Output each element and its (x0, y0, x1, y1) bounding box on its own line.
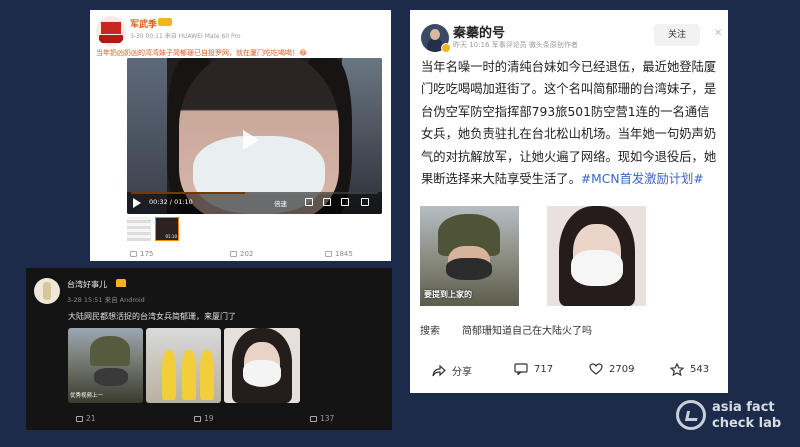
play-icon[interactable] (243, 130, 259, 150)
share-button[interactable]: 21 (76, 414, 96, 423)
heart-icon (589, 363, 603, 375)
like-icon (325, 251, 332, 257)
avatar[interactable] (34, 278, 60, 304)
post-image-2[interactable] (146, 328, 221, 403)
post-meta: 3-30 00:11 来自 HUAWEI Mate 60 Pro (130, 33, 241, 40)
share-icon (432, 364, 446, 376)
hashtag-link[interactable]: #MCN首发激励计划# (581, 172, 704, 186)
share-button[interactable]: 175 (130, 250, 153, 258)
avatar[interactable] (96, 16, 126, 46)
comment-icon (514, 363, 528, 375)
post-image-2[interactable] (547, 206, 646, 306)
video-controls: 00:32 / 01:10 倍速 (127, 192, 382, 214)
like-button[interactable]: 137 (310, 414, 334, 423)
fullscreen-icon[interactable] (361, 198, 369, 206)
follow-button[interactable]: 关注 (654, 24, 700, 46)
comment-icon (194, 416, 201, 422)
share-icon (130, 251, 137, 257)
settings-icon[interactable] (341, 198, 349, 206)
verified-badge-icon (441, 43, 451, 53)
asia-fact-check-lab-logo: asia fact check lab (676, 398, 796, 434)
video-thumbnail[interactable]: 01:10 (155, 217, 179, 241)
weibo-post-card-1: 军武季 3-30 00:11 来自 HUAWEI Mate 60 Pro 当年奶… (90, 10, 391, 261)
search-suggestion-link[interactable]: 简郁珊知道自己在大陆火了吗 (462, 322, 592, 337)
comment-button[interactable]: 19 (194, 414, 214, 423)
comment-button[interactable]: 202 (230, 250, 253, 258)
magnifier-logo-icon (676, 400, 706, 430)
post-text: 当年奶凶奶凶的湾湾妹子简郁珊已自投罗网，就在厦门吃吃喝喝！😂 (96, 49, 308, 57)
thumbnail[interactable] (127, 217, 151, 241)
post-image-1[interactable]: 优秀视频上一 (68, 328, 143, 403)
speed-button[interactable]: 倍速 (274, 198, 287, 208)
weibo-post-card-2: 台湾好事儿 3-28 15:51 来自 Android 大陆网民都想活捉的台湾女… (26, 268, 392, 430)
star-icon (670, 363, 684, 376)
comment-icon (230, 251, 237, 257)
video-time: 00:32 / 01:10 (149, 198, 193, 206)
post-meta: 3-28 15:51 来自 Android (67, 296, 145, 304)
vip-badge-icon (158, 18, 172, 26)
close-icon[interactable]: ✕ (714, 28, 722, 39)
share-button[interactable]: 分享 (432, 363, 472, 378)
pip-icon[interactable] (323, 198, 331, 206)
post-image-1[interactable]: 要提到上家的 (420, 206, 519, 306)
post-meta: 昨天 10:16 军事评论员 微头条原创作者 (453, 41, 578, 49)
volume-icon[interactable] (305, 198, 313, 206)
crown-badge-icon (116, 279, 126, 287)
author-name[interactable]: 军武季 (130, 17, 157, 30)
search-label: 搜索 (420, 326, 440, 337)
post-image-3[interactable] (224, 328, 300, 403)
like-button[interactable]: 2709 (589, 363, 634, 375)
play-button[interactable] (133, 198, 141, 208)
author-name[interactable]: 秦蓁的号 (453, 22, 505, 41)
favorite-button[interactable]: 543 (670, 363, 709, 376)
author-name[interactable]: 台湾好事儿 (67, 279, 107, 290)
like-button[interactable]: 1845 (325, 250, 353, 258)
toutiao-post-card: 秦蓁的号 昨天 10:16 军事评论员 微头条原创作者 关注 ✕ 当年名噪一时的… (410, 10, 728, 393)
post-text: 大陆网民都想活捉的台湾女兵简郁珊，来厦门了 (68, 312, 236, 321)
like-icon (310, 416, 317, 422)
share-icon (76, 416, 83, 422)
action-bar: 175 202 1845 (90, 250, 391, 261)
comment-button[interactable]: 717 (514, 363, 553, 375)
post-text: 当年名噪一时的清纯台妹如今已经退伍，最近她登陆厦门吃吃喝喝加逛街了。这个名叫简郁… (421, 60, 717, 187)
video-player[interactable]: 00:32 / 01:10 倍速 (127, 58, 382, 214)
